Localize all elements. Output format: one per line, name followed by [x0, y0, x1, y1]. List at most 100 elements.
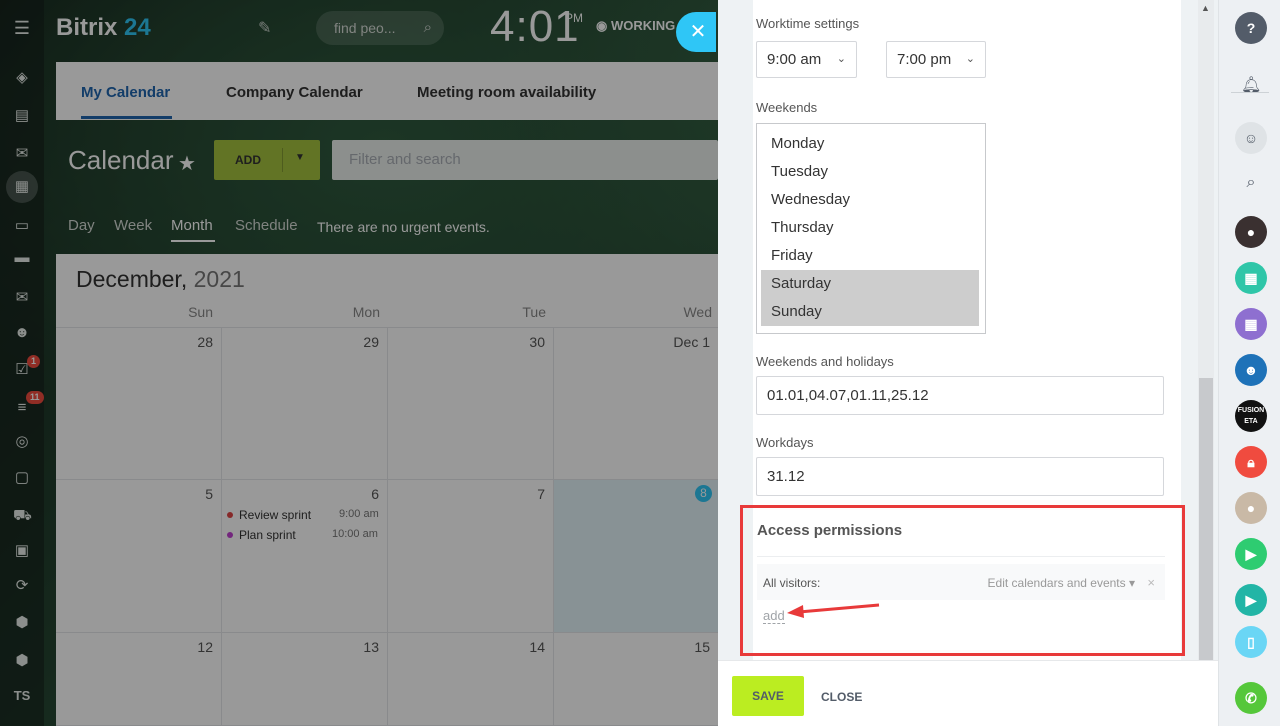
avatar[interactable]: ● — [1235, 492, 1267, 524]
activity-stream-icon[interactable]: ◈ — [13, 70, 31, 86]
day-number: 28 — [197, 334, 213, 350]
day-cell[interactable]: 28 — [56, 327, 222, 480]
close-slider-button[interactable]: ✕ — [676, 12, 716, 52]
day-cell[interactable]: 6 Review sprint 9:00 am Plan sprint 10:0… — [222, 480, 388, 633]
box-icon[interactable]: ⬢ — [13, 615, 31, 631]
pencil-icon[interactable]: ✎ — [258, 18, 271, 38]
weekday-option[interactable]: Friday — [761, 242, 979, 270]
event-item[interactable]: Review sprint 9:00 am — [227, 508, 379, 522]
day-number: 12 — [197, 639, 213, 655]
logo[interactable]: Bitrix 24 — [56, 14, 151, 42]
tab-my-calendar[interactable]: My Calendar — [81, 84, 170, 101]
sites-icon[interactable]: ▢ — [13, 470, 31, 486]
search-icon[interactable]: ⌕ — [1241, 173, 1261, 193]
view-week[interactable]: Week — [114, 217, 152, 234]
avatar[interactable]: ● — [1235, 216, 1267, 248]
left-sidebar: ☰ ◈ ▤ ✉ ▦ ▭ ▬ ✉ ☻ ☑ 1 ≡ 11 ◎ ▢ ⛟ ▣ ⟳ ⬢ ⬢… — [0, 0, 44, 726]
filter-search-input[interactable]: Filter and search — [332, 140, 718, 180]
contact-card-icon[interactable]: ▣ — [13, 543, 31, 559]
fusion-avatar[interactable]: FUSION ETA — [1235, 400, 1267, 432]
tab-company-calendar[interactable]: Company Calendar — [226, 84, 363, 101]
day-cell[interactable]: 30 — [388, 327, 554, 480]
tasks-badge: 1 — [27, 355, 41, 368]
worktime-end-select[interactable]: 7:00 pm ⌄ — [886, 41, 986, 78]
permission-subject: All visitors: — [763, 576, 821, 590]
target-icon[interactable]: ◎ — [13, 434, 31, 450]
video-call-icon[interactable]: ▶ — [1235, 584, 1267, 616]
clock-ampm: PM — [565, 11, 583, 25]
weekends-multiselect[interactable]: Monday Tuesday Wednesday Thursday Friday… — [756, 123, 986, 334]
mobile-icon[interactable]: ▯ — [1235, 626, 1267, 658]
groups-icon[interactable]: ☻ — [13, 325, 31, 341]
weekday-option[interactable]: Monday — [761, 130, 979, 158]
help-icon[interactable]: ? — [1235, 12, 1267, 44]
mail-icon[interactable]: ✉ — [13, 290, 31, 306]
bell-icon[interactable]: 🔔︎ — [1241, 76, 1261, 96]
scrollbar[interactable]: ▲ — [1198, 0, 1214, 660]
view-month[interactable]: Month — [171, 217, 213, 234]
holidays-input[interactable]: 01.01,04.07,01.11,25.12 — [756, 376, 1164, 415]
active-view-underline — [171, 240, 215, 242]
remove-permission-icon[interactable]: × — [1147, 575, 1155, 590]
add-button[interactable]: ADD ▼ — [214, 140, 320, 180]
worktime-start-value: 9:00 am — [767, 51, 822, 68]
day-number: 7 — [537, 486, 545, 502]
day-cell[interactable]: 13 — [222, 633, 388, 726]
phone-icon[interactable]: ✆ — [1235, 682, 1267, 714]
drive-icon[interactable]: ▬ — [13, 250, 31, 266]
day-cell[interactable]: 15 — [554, 633, 718, 726]
calendar-chat-icon[interactable]: ▦ — [1235, 308, 1267, 340]
lock-icon[interactable]: 🔒︎ — [1235, 446, 1267, 478]
right-sidebar: ? 🔔︎ ☺ ⌕ ● ▦ ▦ ☻ FUSION ETA 🔒︎ ● ▶ ▶ ▯ ✆ — [1218, 0, 1280, 726]
worktime-start-select[interactable]: 9:00 am ⌄ — [756, 41, 857, 78]
scrollbar-thumb[interactable] — [1199, 378, 1213, 660]
day-cell[interactable]: 7 — [388, 480, 554, 633]
day-cell[interactable]: 29 — [222, 327, 388, 480]
add-permission-link[interactable]: add — [763, 608, 785, 624]
weekday-option-selected[interactable]: Sunday — [761, 298, 979, 326]
weekday-option-selected[interactable]: Saturday — [761, 270, 979, 298]
weekday-option[interactable]: Tuesday — [761, 158, 979, 186]
working-status[interactable]: ◉ WORKING — [596, 18, 675, 34]
video-call-icon[interactable]: ▶ — [1235, 538, 1267, 570]
box2-icon[interactable]: ⬢ — [13, 653, 31, 669]
arrow-shaft — [798, 603, 880, 614]
tasks-icon[interactable]: ▤ — [13, 108, 31, 124]
save-button[interactable]: SAVE — [732, 676, 804, 716]
group-chat-icon[interactable]: ☻ — [1235, 354, 1267, 386]
event-item[interactable]: Plan sprint 10:00 am — [227, 528, 378, 542]
menu-icon[interactable]: ☰ — [13, 19, 31, 37]
weekday-option[interactable]: Wednesday — [761, 186, 979, 214]
user-initials[interactable]: TS — [13, 688, 31, 704]
form-footer: SAVE CLOSE — [718, 660, 1218, 726]
messenger-icon[interactable]: ☺ — [1235, 122, 1267, 154]
sync-icon[interactable]: ⟳ — [13, 578, 31, 594]
scroll-up-icon[interactable]: ▲ — [1201, 3, 1210, 13]
chevron-down-icon[interactable]: ▼ — [295, 152, 305, 163]
permission-select[interactable]: Edit calendars and events ▾ — [988, 576, 1135, 590]
close-button[interactable]: CLOSE — [821, 690, 862, 704]
calendar-chat-icon[interactable]: ▦ — [1235, 262, 1267, 294]
weekday-option[interactable]: Thursday — [761, 214, 979, 242]
star-icon[interactable]: ★ — [178, 151, 196, 176]
calendar-icon[interactable]: ▦ — [13, 179, 31, 195]
day-cell[interactable]: Dec 1 — [554, 327, 718, 480]
day-cell[interactable]: 5 — [56, 480, 222, 633]
urgent-events-text: There are no urgent events. — [317, 219, 490, 235]
event-title: Review sprint — [239, 508, 312, 522]
chat-icon[interactable]: ✉ — [13, 146, 31, 162]
shop-cart-icon[interactable]: ⛟ — [13, 508, 32, 524]
view-day[interactable]: Day — [68, 217, 95, 234]
day-cell[interactable]: 12 — [56, 633, 222, 726]
record-icon: ◉ — [596, 18, 611, 33]
workdays-input[interactable]: 31.12 — [756, 457, 1164, 496]
search-input[interactable]: find peo... ⌕ — [316, 11, 444, 45]
access-permissions-title: Access permissions — [757, 522, 903, 539]
working-status-label: WORKING — [610, 18, 676, 33]
day-cell[interactable]: 14 — [388, 633, 554, 726]
view-schedule[interactable]: Schedule — [235, 217, 298, 234]
today-cell[interactable]: 8 — [554, 480, 718, 633]
tab-meeting-room[interactable]: Meeting room availability — [417, 84, 596, 101]
month-name: December, — [76, 266, 188, 292]
documents-icon[interactable]: ▭ — [13, 218, 31, 234]
